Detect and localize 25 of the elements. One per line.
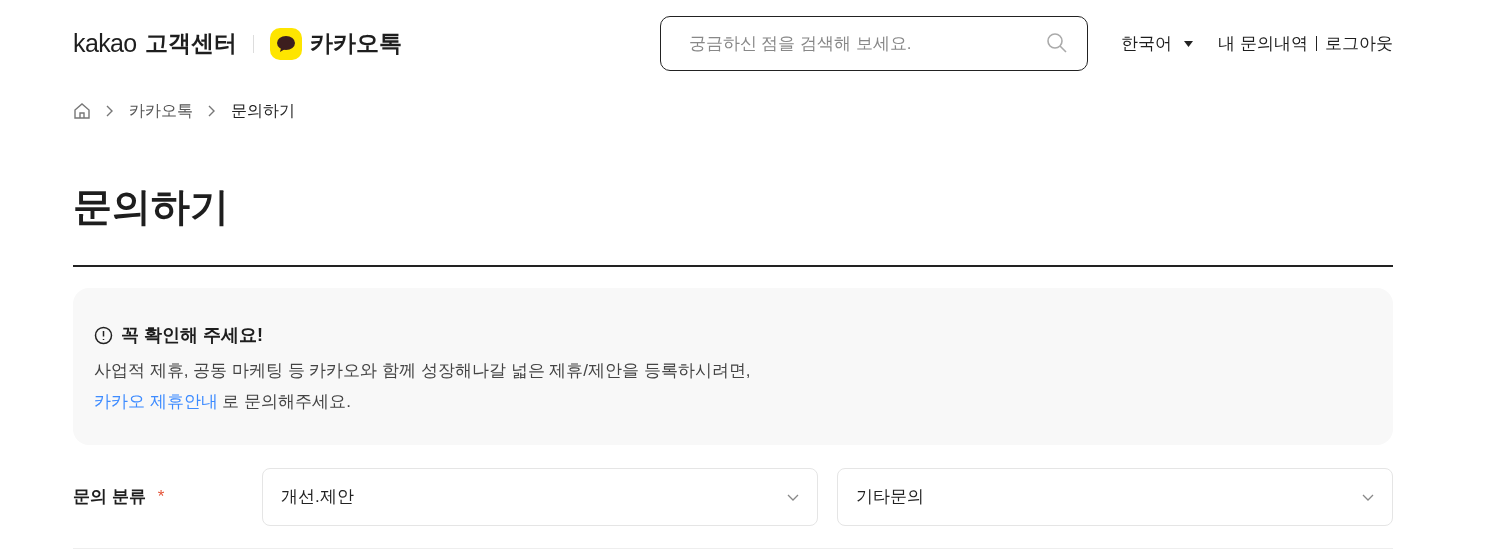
breadcrumb-link[interactable]: 카카오톡 xyxy=(129,99,193,123)
notice-text: 사업적 제휴, 공동 마케팅 등 카카오와 함께 성장해나갈 넓은 제휴/제안을 등록하시려면, 카카오 제휴안내 로 문의해주세요. xyxy=(94,360,752,413)
breadcrumb-link[interactable]: 문의하기 xyxy=(231,99,295,123)
required-mark: * xyxy=(157,486,165,509)
select-dropdown[interactable]: 기타문의 xyxy=(837,468,1393,526)
chevron-down-icon xyxy=(1362,493,1374,501)
brand-logo[interactable]: kakao xyxy=(73,24,137,63)
caret-icon xyxy=(1183,40,1193,47)
header-link[interactable]: 로그아웃 xyxy=(1325,30,1393,57)
service-title[interactable]: 카카오톡 xyxy=(309,26,402,61)
field-label: 문의 분류 xyxy=(73,486,146,509)
page-title: 문의하기 xyxy=(73,184,230,230)
select-dropdown[interactable]: 개선.제안 xyxy=(262,468,818,526)
search-icon[interactable] xyxy=(1045,32,1068,54)
chevron-right-icon xyxy=(208,105,216,117)
chevron-down-icon xyxy=(787,493,799,501)
home-icon[interactable] xyxy=(73,102,91,120)
info-icon xyxy=(94,326,113,345)
search-field[interactable]: 궁금하신 점을 검색해 보세요. xyxy=(659,16,1088,71)
chat-bubble-icon xyxy=(269,27,302,60)
chevron-right-icon xyxy=(106,105,114,117)
notice-title: 꼭 확인해 주세요! xyxy=(121,324,263,347)
header-link[interactable]: 내 문의내역 xyxy=(1218,30,1308,57)
site-title: 고객센터 xyxy=(144,29,237,59)
language-dropdown[interactable]: 한국어 xyxy=(1120,30,1193,57)
